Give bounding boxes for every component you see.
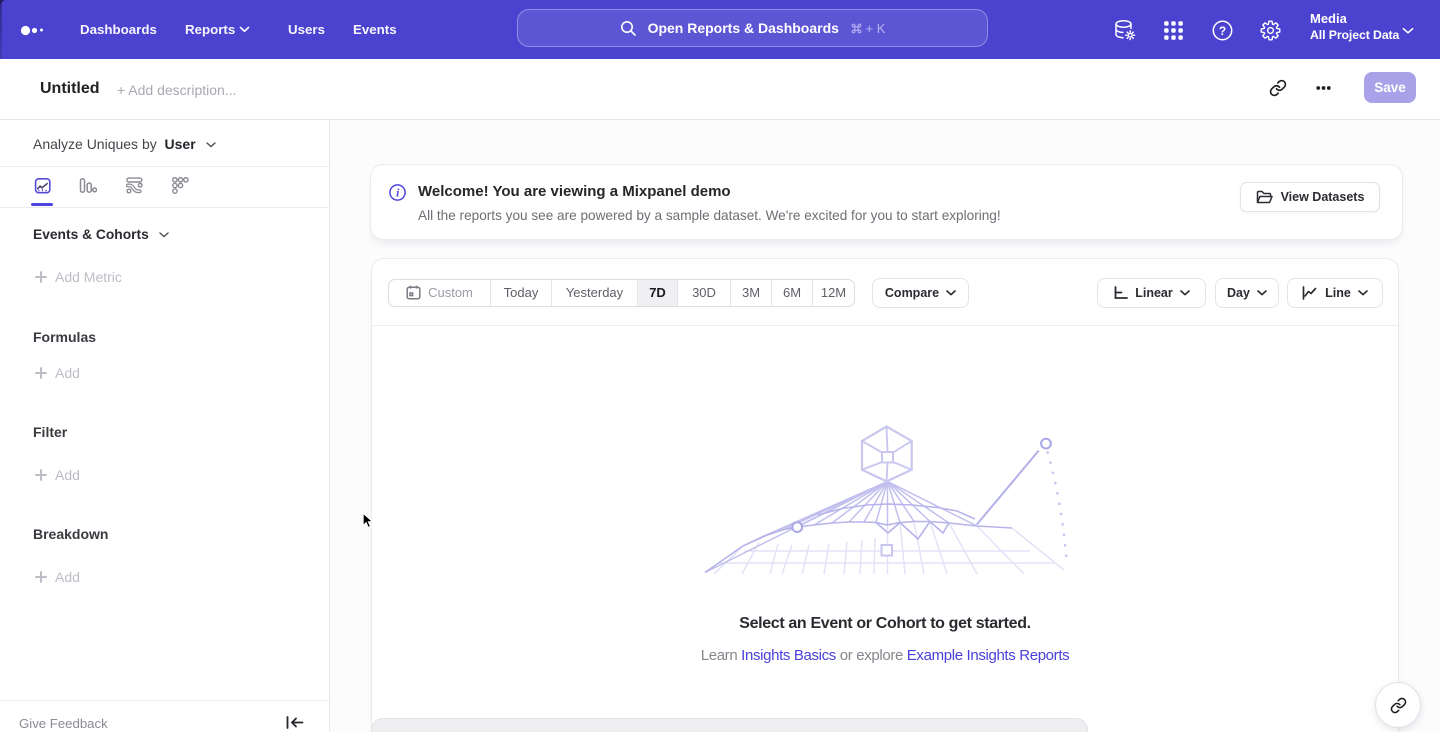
svg-text:i: i (396, 188, 400, 200)
svg-text:?: ? (1219, 24, 1226, 38)
